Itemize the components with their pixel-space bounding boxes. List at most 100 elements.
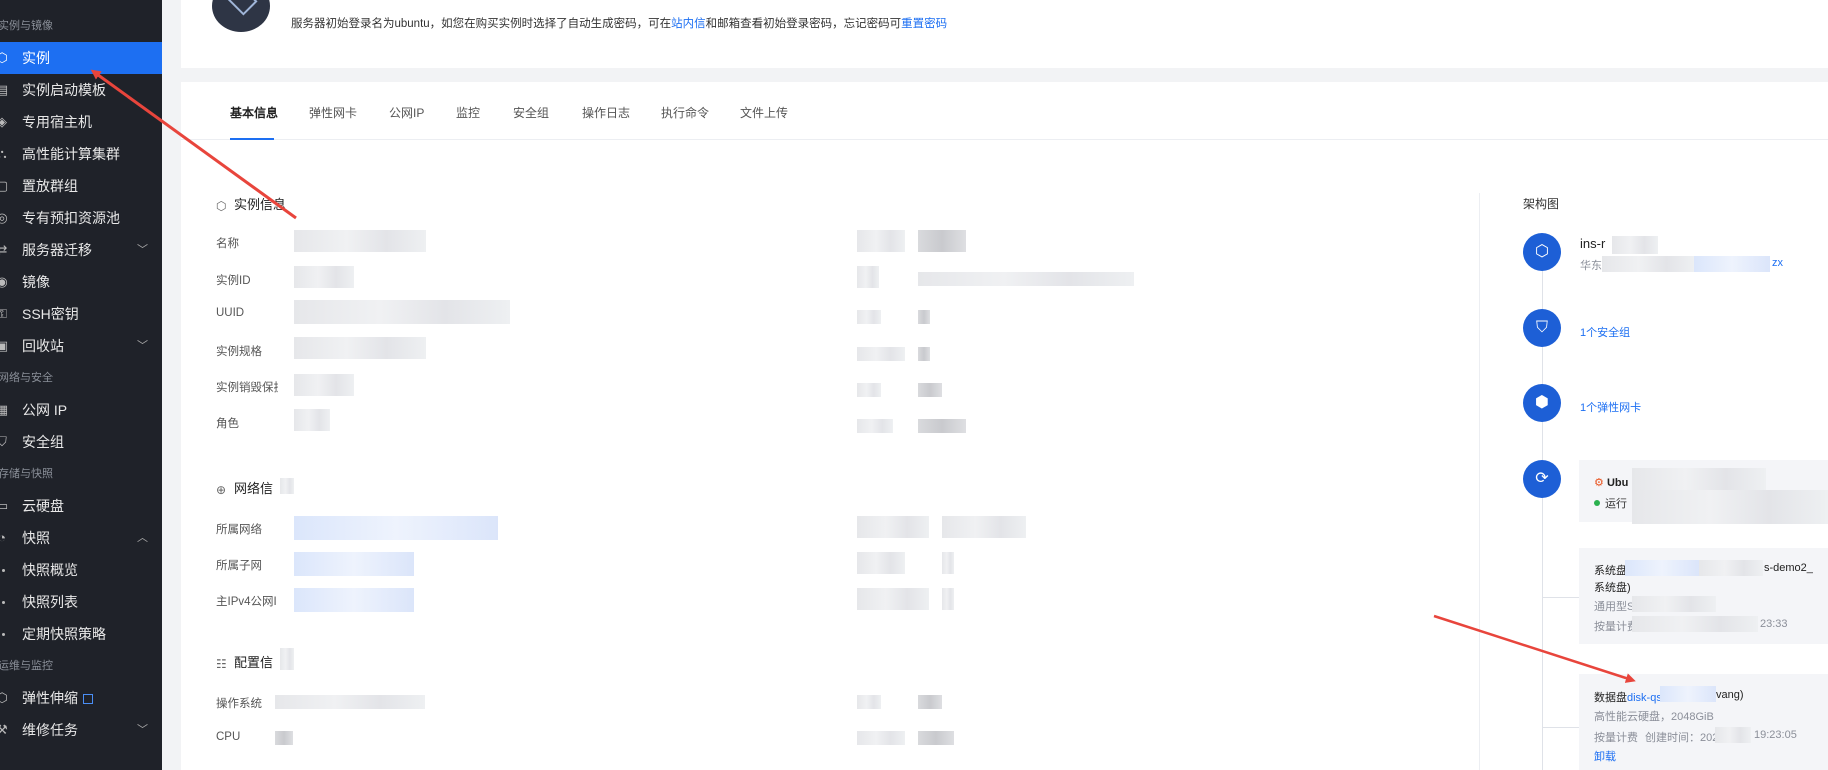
tab-eni[interactable]: 弹性网卡 — [309, 100, 357, 140]
arch-divider — [1479, 193, 1480, 770]
tab-run-command[interactable]: 执行命令 — [661, 100, 709, 140]
sidebar-item-public-ip[interactable]: ▦ 公网 IP — [0, 394, 162, 426]
arch-instance-name[interactable]: ins-r — [1580, 236, 1605, 251]
redacted-link — [294, 588, 414, 612]
redacted-value — [918, 272, 1134, 286]
sidebar-item-instance[interactable]: ⬡ 实例 — [0, 42, 162, 74]
chevron-down-icon: ﹀ — [137, 244, 148, 256]
ubuntu-icon: ⚙ — [1594, 477, 1604, 489]
instance-header-card — [181, 0, 1828, 68]
tab-monitor[interactable]: 监控 — [456, 100, 480, 140]
tab-file-upload[interactable]: 文件上传 — [740, 100, 788, 140]
redacted-value — [275, 731, 293, 745]
sidebar-item-snapshot-overview[interactable]: 快照概览 — [0, 554, 162, 586]
scale-icon: ⬡ — [0, 690, 8, 705]
sidebar-item-snapshot[interactable]: ◔ 快照 ︿ — [0, 522, 162, 554]
image-icon: ◉ — [0, 274, 8, 289]
sidebar-item-hpc-cluster[interactable]: ⛬ 高性能计算集群 — [0, 138, 162, 170]
arch-instance-suffix[interactable]: zx — [1772, 257, 1783, 269]
cube-icon: ⬡ — [216, 199, 227, 213]
tabs-divider — [181, 139, 1828, 140]
sidebar-item-snapshot-list[interactable]: 快照列表 — [0, 586, 162, 618]
system-disk-name-suffix: s-demo2_ — [1764, 562, 1813, 574]
tab-operation-log[interactable]: 操作日志 — [582, 100, 630, 140]
redacted-link — [294, 516, 498, 540]
redacted-label — [857, 552, 905, 574]
cluster-icon: ⛬ — [0, 146, 7, 161]
arch-branch — [1542, 727, 1579, 728]
detach-disk-link[interactable]: 卸载 — [1594, 748, 1616, 764]
redacted-value — [294, 300, 510, 324]
host-icon: ◈ — [0, 114, 7, 129]
reset-password-link[interactable]: 重置密码 — [901, 18, 947, 30]
sidebar-item-dedicated-host[interactable]: ◈ 专用宿主机 — [0, 106, 162, 138]
sidebar-item-security-group[interactable]: ⛉ 安全组 — [0, 426, 162, 458]
redacted-label — [857, 230, 905, 252]
arch-security-group-link[interactable]: 1个安全组 — [1580, 324, 1630, 340]
section-network-info: ⊕ 网络信 — [216, 481, 274, 497]
instance-status: 运行 — [1594, 495, 1627, 511]
redacted-value — [942, 516, 1026, 538]
data-disk-created: 创建时间：2023 — [1645, 732, 1725, 744]
label-role: 角色 — [216, 418, 239, 430]
redacted-value — [280, 648, 294, 670]
label-vpc: 所属网络 — [216, 524, 262, 536]
sidebar-item-server-migration[interactable]: ⇄ 服务器迁移 ﹀ — [0, 234, 162, 266]
sidebar-group-storage: 存储与快照 — [0, 468, 53, 480]
redacted-value — [1699, 560, 1763, 576]
redacted-value — [942, 552, 954, 574]
tab-public-ip[interactable]: 公网IP — [389, 100, 424, 140]
label-instance-id: 实例ID — [216, 275, 251, 287]
data-disk-billing: 按量计费 — [1594, 732, 1638, 744]
system-disk-time: 23:33 — [1760, 618, 1788, 630]
redacted-value — [275, 695, 425, 709]
group-icon: ▢ — [0, 178, 9, 193]
sidebar-item-reserved-pool[interactable]: ◎ 专有预扣资源池 — [0, 202, 162, 234]
sidebar-item-image[interactable]: ◉ 镜像 — [0, 266, 162, 298]
system-disk-line2: 系统盘) — [1594, 582, 1631, 594]
redacted-value — [294, 230, 426, 252]
redacted-label — [857, 516, 929, 538]
redacted-value — [1632, 490, 1828, 524]
sidebar-item-snapshot-policy[interactable]: 定期快照策略 — [0, 618, 162, 650]
redacted-link — [1694, 256, 1770, 272]
data-disk-type: 高性能云硬盘，2048GiB — [1594, 711, 1714, 723]
redacted-value — [1632, 468, 1766, 490]
sidebar-item-placement-group[interactable]: ▢ 置放群组 — [0, 170, 162, 202]
pool-icon: ◎ — [0, 210, 8, 225]
sidebar-item-cloud-disk[interactable]: ▭ 云硬盘 — [0, 490, 162, 522]
label-ipv4: 主IPv4公网IP — [216, 596, 276, 608]
system-disk-title: 系统盘 — [1594, 565, 1627, 577]
sidebar-item-recycle-bin[interactable]: ▣ 回收站 ﹀ — [0, 330, 162, 362]
redacted-value — [942, 588, 954, 610]
inbox-link[interactable]: 站内信 — [671, 18, 706, 30]
recycle-icon: ▣ — [0, 338, 9, 353]
shield-icon: ⛉ — [0, 434, 7, 449]
redacted-value — [918, 383, 942, 397]
arch-eni-link[interactable]: 1个弹性网卡 — [1580, 399, 1641, 415]
os-node-icon: ⟳ — [1523, 460, 1561, 498]
external-link-icon — [83, 694, 93, 704]
sidebar-group-ops: 运维与监控 — [0, 660, 53, 672]
arch-branch — [1542, 597, 1579, 598]
data-disk-link[interactable]: disk-qs — [1627, 692, 1662, 704]
globe-icon: ▦ — [0, 402, 9, 417]
redacted-link — [294, 552, 414, 576]
redacted-value — [1632, 596, 1716, 612]
redacted-label — [857, 588, 929, 610]
sliders-icon: ☷ — [216, 657, 227, 671]
bullet-icon — [2, 633, 5, 636]
tab-basic-info[interactable]: 基本信息 — [230, 100, 278, 140]
redacted-label — [857, 695, 881, 709]
tab-security-group[interactable]: 安全组 — [513, 100, 549, 140]
sidebar-item-repair-task[interactable]: ⚒ 维修任务 ﹀ — [0, 714, 162, 746]
redacted-value — [1602, 256, 1694, 272]
sidebar: 实例与镜像 ⬡ 实例 ▤ 实例启动模板 ◈ 专用宿主机 ⛬ 高性能计算集群 ▢ 置放群组 … — [0, 0, 162, 770]
sidebar-item-ssh-key[interactable]: ⚿ SSH密钥 — [0, 298, 162, 330]
sidebar-item-auto-scaling[interactable]: ⬡ 弹性伸缩 — [0, 682, 162, 714]
sidebar-item-launch-template[interactable]: ▤ 实例启动模板 — [0, 74, 162, 106]
active-tab-indicator — [230, 138, 274, 140]
label-os: 操作系统 — [216, 698, 262, 710]
redacted-link — [1660, 686, 1716, 702]
template-icon: ▤ — [0, 82, 9, 97]
